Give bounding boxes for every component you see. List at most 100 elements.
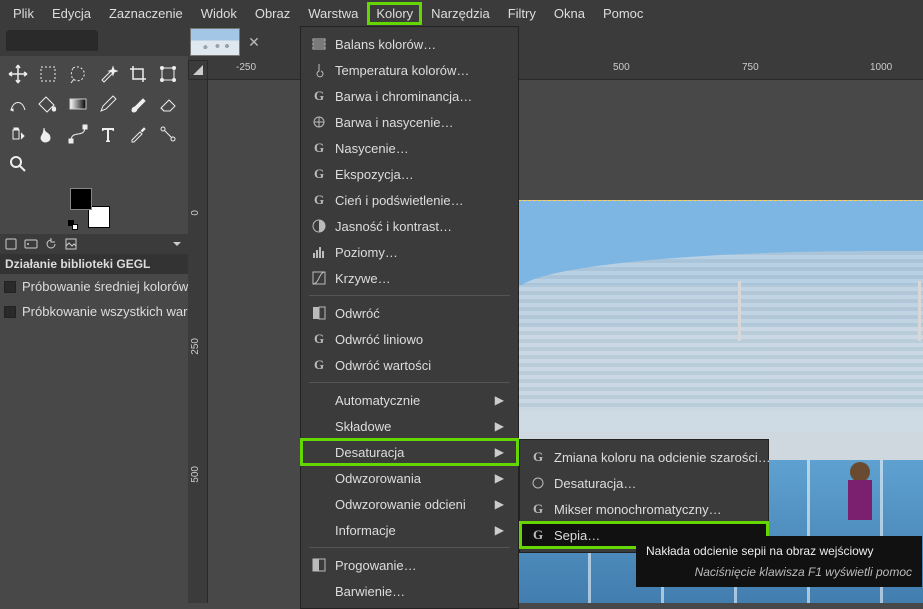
smudge-tool-icon[interactable] [34, 120, 62, 148]
mi-levels[interactable]: Poziomy… [301, 239, 518, 265]
eraser-tool-icon[interactable] [154, 90, 182, 118]
mi-threshold[interactable]: Progowanie… [301, 552, 518, 578]
gegl-icon: G [530, 449, 546, 465]
chevron-right-icon: ▶ [495, 419, 504, 433]
transform-tool-icon[interactable] [154, 60, 182, 88]
panel-title: Działanie biblioteki GEGL [0, 254, 188, 274]
color-swatches[interactable] [70, 188, 110, 228]
mi-colorize[interactable]: Barwienie… [301, 578, 518, 604]
default-colors-icon[interactable] [68, 220, 78, 230]
warp-tool-icon[interactable] [4, 90, 32, 118]
mi-color-mapping[interactable]: Odwzorowania▶ [301, 465, 518, 491]
checkbox-icon [4, 281, 16, 293]
blank-icon [311, 583, 327, 599]
close-tab-icon[interactable]: ✕ [246, 34, 262, 50]
ruler-tick: 750 [742, 62, 759, 73]
mi-tone-mapping[interactable]: Odwzorowanie odcieni▶ [301, 491, 518, 517]
menu-image[interactable]: Obraz [248, 4, 297, 23]
chevron-right-icon: ▶ [495, 471, 504, 485]
mi-saturation[interactable]: GNasycenie… [301, 135, 518, 161]
rect-select-tool-icon[interactable] [34, 60, 62, 88]
menu-colors[interactable]: Kolory [369, 4, 420, 23]
gegl-icon: G [311, 357, 327, 373]
colors-menu: Balans kolorów… Temperatura kolorów… GBa… [300, 26, 519, 609]
move-tool-icon[interactable] [4, 60, 32, 88]
hue-sat-icon [311, 114, 327, 130]
gegl-icon: G [311, 88, 327, 104]
zoom-tool-icon[interactable] [4, 150, 32, 178]
mi-invert-linear[interactable]: GOdwróć liniowo [301, 326, 518, 352]
ruler-vertical[interactable]: 0 250 500 [188, 80, 208, 603]
menu-help[interactable]: Pomoc [596, 4, 650, 23]
threshold-icon [311, 557, 327, 573]
levels-icon [311, 244, 327, 260]
menu-file[interactable]: Plik [6, 4, 41, 23]
contrast-icon [311, 218, 327, 234]
ruler-tick: 500 [613, 62, 630, 73]
option-sample-average[interactable]: Próbowanie średniej kolorów [0, 274, 188, 299]
image-tabbar: ✕ [188, 26, 923, 60]
image-tab-thumb[interactable] [190, 28, 240, 56]
measure-tool-icon[interactable] [154, 120, 182, 148]
menu-windows[interactable]: Okna [547, 4, 592, 23]
option-sample-all-layers[interactable]: Próbkowanie wszystkich warstw [0, 299, 188, 324]
thermometer-icon [311, 62, 327, 78]
gimp-logo [0, 26, 188, 56]
menu-layer[interactable]: Warstwa [301, 4, 365, 23]
mi-color-balance[interactable]: Balans kolorów… [301, 31, 518, 57]
undo-history-tab-icon[interactable] [44, 237, 58, 251]
gegl-icon: G [530, 501, 546, 517]
fg-color-swatch[interactable] [70, 188, 92, 210]
gradient-tool-icon[interactable] [64, 90, 92, 118]
mi-color-temperature[interactable]: Temperatura kolorów… [301, 57, 518, 83]
mi-invert[interactable]: Odwróć [301, 300, 518, 326]
tab-menu-icon[interactable] [170, 237, 184, 251]
color-picker-tool-icon[interactable] [124, 120, 152, 148]
mi-info[interactable]: Informacje▶ [301, 517, 518, 543]
mi-exposure[interactable]: GEkspozycja… [301, 161, 518, 187]
mi-auto[interactable]: Automatycznie▶ [301, 387, 518, 413]
mi-hue-chroma[interactable]: GBarwa i chrominancja… [301, 83, 518, 109]
mi-components[interactable]: Składowe▶ [301, 413, 518, 439]
mi-hue-saturation[interactable]: Barwa i nasycenie… [301, 109, 518, 135]
mi-invert-value[interactable]: GOdwróć wartości [301, 352, 518, 378]
invert-icon [311, 305, 327, 321]
path-tool-icon[interactable] [64, 120, 92, 148]
device-status-tab-icon[interactable] [24, 237, 38, 251]
menu-tools[interactable]: Narzędzia [424, 4, 497, 23]
blank-icon [311, 470, 327, 486]
option-label: Próbkowanie wszystkich warstw [22, 304, 188, 319]
bucket-fill-tool-icon[interactable] [34, 90, 62, 118]
images-tab-icon[interactable] [64, 237, 78, 251]
fuzzy-select-tool-icon[interactable] [94, 60, 122, 88]
crop-tool-icon[interactable] [124, 60, 152, 88]
ruler-tick: 0 [190, 210, 201, 216]
mi-shadows-highlights[interactable]: GCień i podświetlenie… [301, 187, 518, 213]
free-select-tool-icon[interactable] [64, 60, 92, 88]
color-balance-icon [311, 36, 327, 52]
menu-edit[interactable]: Edycja [45, 4, 98, 23]
blank-icon [311, 496, 327, 512]
curves-icon [311, 270, 327, 286]
menu-filters[interactable]: Filtry [501, 4, 543, 23]
mi-desaturate-cmd[interactable]: Desaturacja… [520, 470, 768, 496]
gegl-icon: G [311, 331, 327, 347]
chevron-right-icon: ▶ [495, 497, 504, 511]
mi-color-to-gray[interactable]: GZmiana koloru na odcienie szarości… [520, 444, 768, 470]
gegl-icon: G [311, 166, 327, 182]
tool-options-tab-icon[interactable] [4, 237, 18, 251]
clone-tool-icon[interactable] [4, 120, 32, 148]
pencil-tool-icon[interactable] [94, 90, 122, 118]
text-tool-icon[interactable] [94, 120, 122, 148]
ruler-tick: 1000 [870, 62, 892, 73]
menu-select[interactable]: Zaznaczenie [102, 4, 190, 23]
mi-desaturate[interactable]: Desaturacja▶ [301, 439, 518, 465]
mi-curves[interactable]: Krzywe… [301, 265, 518, 291]
mi-brightness-contrast[interactable]: Jasność i kontrast… [301, 213, 518, 239]
menu-view[interactable]: Widok [194, 4, 244, 23]
mi-mono-mixer[interactable]: GMikser monochromatyczny… [520, 496, 768, 522]
ruler-origin[interactable] [188, 60, 208, 80]
paintbrush-tool-icon[interactable] [124, 90, 152, 118]
toolbox [0, 56, 188, 182]
tooltip-text: Nakłada odcienie sepii na obraz wejściow… [646, 542, 912, 560]
